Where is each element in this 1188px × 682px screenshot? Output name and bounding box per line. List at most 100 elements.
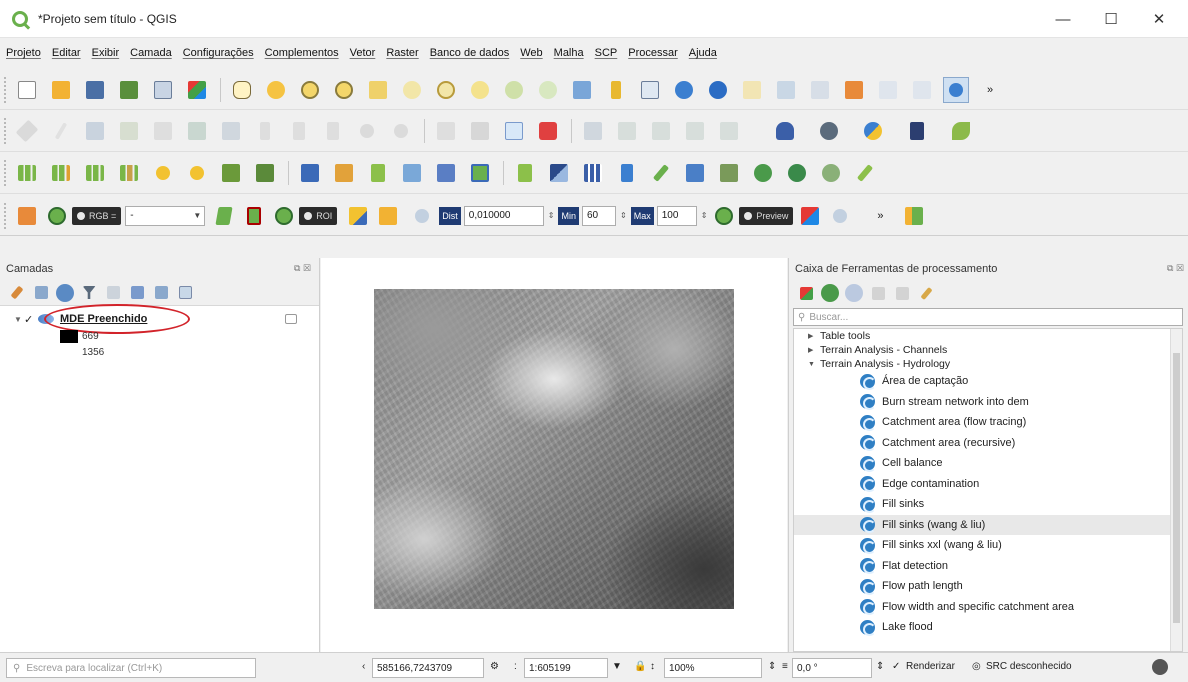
max-spinner-icon[interactable]: ⇕	[701, 211, 708, 220]
locator-search-input[interactable]: ⚲ Escreva para localizar (Ctrl+K)	[6, 658, 256, 678]
scale-field[interactable]: 1:605199	[524, 658, 608, 678]
maximize-button[interactable]: ☐	[1088, 0, 1134, 38]
rgb-combo[interactable]: - ▼	[125, 205, 206, 226]
filter-by-expression-icon[interactable]	[104, 284, 122, 302]
draw-line-icon[interactable]	[399, 160, 425, 186]
algorithm-item-selected[interactable]: Fill sinks (wang & liu)	[794, 514, 1182, 535]
algorithm-item[interactable]: Catchment area (recursive)	[794, 433, 1182, 454]
minimize-button[interactable]: —	[1040, 0, 1086, 38]
scp-zoom-roi-icon[interactable]	[271, 203, 297, 229]
menu-editar[interactable]: Editar	[52, 47, 81, 59]
layer-add-icon[interactable]	[331, 160, 357, 186]
add-polygon-icon[interactable]	[218, 160, 244, 186]
temporal-controller-icon[interactable]	[637, 77, 663, 103]
zoom-box-icon[interactable]	[467, 160, 493, 186]
grass-tools-icon[interactable]	[948, 118, 974, 144]
scripts-icon[interactable]	[821, 284, 839, 302]
messages-icon[interactable]	[1152, 659, 1168, 675]
zoom-native-icon[interactable]	[535, 77, 561, 103]
dock-close-icon[interactable]: ⧉ ☒	[1167, 263, 1184, 274]
magnifier-field[interactable]: 100%	[664, 658, 762, 678]
magnifier-spinner-icon[interactable]: ⇕	[768, 661, 776, 672]
add-group-icon[interactable]	[32, 284, 50, 302]
menu-camada[interactable]: Camada	[130, 47, 172, 59]
toggle-editing-icon[interactable]	[48, 118, 74, 144]
globe-d-icon[interactable]	[818, 160, 844, 186]
save-as-icon[interactable]	[116, 77, 142, 103]
toolbar-grip[interactable]	[4, 159, 8, 186]
rotation-field[interactable]: 0,0 °	[792, 658, 872, 678]
algorithm-item[interactable]: Fill sinks xxl (wang & liu)	[794, 535, 1182, 556]
rgb-toggle[interactable]: RGB =	[72, 206, 122, 225]
undo-icon[interactable]	[354, 118, 380, 144]
algorithm-item[interactable]: Edge contamination	[794, 474, 1182, 495]
group-terrain-hydrology[interactable]: ▼ Terrain Analysis - Hydrology	[794, 357, 1182, 371]
manage-map-themes-icon[interactable]	[56, 283, 74, 302]
menu-ajuda[interactable]: Ajuda	[689, 47, 717, 59]
algorithm-item[interactable]: Flow width and specific catchment area	[794, 597, 1182, 618]
layer-style-icon[interactable]	[8, 284, 26, 302]
scp-redo-preview-icon[interactable]	[827, 203, 853, 229]
algorithm-item[interactable]: Fill sinks	[794, 494, 1182, 515]
preview-toggle[interactable]: Preview	[739, 206, 794, 225]
algorithm-item[interactable]: Burn stream network into dem	[794, 392, 1182, 413]
label-show-icon[interactable]	[467, 118, 493, 144]
add-line-icon[interactable]	[184, 160, 210, 186]
identify-icon[interactable]	[705, 77, 731, 103]
raster-image-icon[interactable]	[433, 160, 459, 186]
metasearch-icon[interactable]	[816, 118, 842, 144]
open-project-icon[interactable]	[48, 77, 74, 103]
max-value-field[interactable]: 100	[656, 205, 697, 226]
extents-toggle-icon[interactable]: ⚙	[490, 661, 499, 672]
save-edits-icon[interactable]	[82, 118, 108, 144]
current-edits-icon[interactable]	[14, 118, 40, 144]
label-rotate-icon[interactable]	[614, 118, 640, 144]
toolbar-grip[interactable]	[4, 117, 8, 144]
remove-layer-icon[interactable]	[176, 284, 194, 302]
collapse-all-icon[interactable]	[152, 284, 170, 302]
pan-to-selection-icon[interactable]	[263, 77, 289, 103]
pan-hand-icon[interactable]	[229, 77, 255, 103]
menu-complementos[interactable]: Complementos	[265, 47, 339, 59]
pen-icon[interactable]	[648, 160, 674, 186]
pattern-icon[interactable]	[580, 160, 606, 186]
globe-b-icon[interactable]	[750, 160, 776, 186]
show-tips-icon[interactable]	[909, 77, 935, 103]
python-console-icon[interactable]	[860, 118, 886, 144]
zoom-layer-icon[interactable]	[399, 77, 425, 103]
copy-features-icon[interactable]	[286, 118, 312, 144]
zoom-last-icon[interactable]	[467, 77, 493, 103]
zoom-selection-icon[interactable]	[433, 77, 459, 103]
save-project-icon[interactable]	[82, 77, 108, 103]
dist-value-field[interactable]: 0,010000	[463, 205, 544, 226]
edit-in-place-icon[interactable]	[893, 284, 911, 302]
label-properties-icon[interactable]	[682, 118, 708, 144]
raster-style-icon[interactable]	[82, 160, 108, 186]
scp-band-set-icon[interactable]	[901, 203, 927, 229]
toolbox-scrollbar[interactable]	[1170, 329, 1182, 651]
globe-a-icon[interactable]	[716, 160, 742, 186]
delete-selected-icon[interactable]	[218, 118, 244, 144]
menu-projeto[interactable]: Projeto	[6, 47, 41, 59]
raster-info-icon[interactable]	[116, 160, 142, 186]
algorithm-item[interactable]: Flat detection	[794, 556, 1182, 577]
algorithm-item[interactable]: Área de captação	[794, 371, 1182, 392]
vertex-tool-icon[interactable]	[150, 118, 176, 144]
menu-malha[interactable]: Malha	[554, 47, 584, 59]
vector-v2-icon[interactable]	[512, 160, 538, 186]
layer-item-mde-preenchido[interactable]: ▼ ✓ MDE Preenchido	[0, 304, 319, 334]
close-button[interactable]: ✕	[1136, 0, 1182, 38]
measure-line-icon[interactable]	[875, 77, 901, 103]
zoom-in-icon[interactable]	[297, 77, 323, 103]
collapse-arrow-icon[interactable]: ▼	[14, 315, 24, 324]
scp-overflow-button[interactable]: »	[867, 203, 893, 229]
coordinate-toggle-icon[interactable]: ‹	[362, 661, 365, 672]
grid-tool-icon[interactable]	[546, 160, 572, 186]
algorithm-item[interactable]: Cell balance	[794, 453, 1182, 474]
filter-legend-icon[interactable]	[80, 284, 98, 302]
label-move-icon[interactable]	[580, 118, 606, 144]
brush-icon[interactable]	[852, 160, 878, 186]
dock-close-icon[interactable]: ⧉ ☒	[294, 263, 311, 274]
decorations-icon[interactable]	[943, 76, 969, 103]
add-ring-icon[interactable]	[252, 160, 278, 186]
